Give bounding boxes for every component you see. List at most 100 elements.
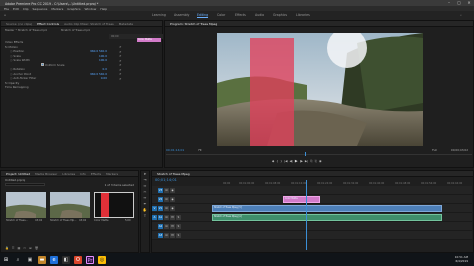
lock-icon[interactable]: ⊡ — [164, 223, 169, 229]
mark-out-button[interactable]: } — [280, 159, 282, 163]
tab-media-browser[interactable]: Media Browser — [35, 171, 57, 177]
type-tool-icon[interactable]: T — [143, 214, 148, 219]
home-icon[interactable]: ⌂ — [4, 13, 6, 17]
mute-button[interactable]: M — [170, 223, 175, 229]
tab-audio-clip-mixer[interactable]: Audio Clip Mixer: Stretch of Trees — [64, 21, 114, 27]
project-item-thumb[interactable] — [6, 192, 46, 218]
hand-tool-icon[interactable]: ✋ — [143, 208, 148, 213]
eye-icon[interactable]: ◉ — [170, 205, 175, 211]
windows-start-icon[interactable]: ⊞ — [2, 256, 10, 264]
new-item-icon[interactable]: ⊞ — [29, 246, 32, 250]
track-target[interactable]: A2 — [158, 223, 163, 229]
program-playhead[interactable] — [305, 152, 306, 156]
mute-button[interactable]: M — [170, 232, 175, 238]
office-icon[interactable]: O — [74, 255, 82, 264]
workspace-editing[interactable]: Editing — [197, 13, 209, 18]
go-to-out-button[interactable]: ▶| — [305, 159, 308, 163]
lift-button[interactable]: ⎘ — [310, 159, 312, 163]
source-patch[interactable]: V — [152, 205, 157, 211]
workspace-graphics[interactable]: Graphics — [273, 13, 287, 17]
menu-clip[interactable]: Clip — [23, 7, 29, 11]
menu-graphics[interactable]: Graphics — [67, 7, 80, 11]
menu-file[interactable]: File — [4, 7, 9, 11]
icon-view-icon[interactable]: ▦ — [17, 246, 20, 250]
audio-clip[interactable]: Stretch of Trees Mpeg [A] — [212, 214, 442, 221]
quality-dropdown[interactable]: Full — [432, 148, 437, 152]
lock-icon[interactable]: ⊡ — [164, 214, 169, 220]
tab-effect-controls[interactable]: Effect Controls — [37, 21, 59, 27]
eye-icon[interactable]: ◉ — [170, 196, 175, 202]
pen-tool-icon[interactable]: ✒ — [143, 202, 148, 207]
eye-icon[interactable]: ◉ — [170, 187, 175, 193]
lock-icon[interactable]: 🔒 — [5, 246, 9, 250]
store-icon[interactable]: ◧ — [62, 255, 70, 264]
project-item-thumb-selected[interactable] — [94, 192, 134, 218]
solo-button[interactable]: S — [176, 223, 181, 229]
tab-metadata[interactable]: Metadata — [119, 21, 133, 27]
track-target[interactable]: V3 — [158, 187, 163, 193]
mark-in-button[interactable]: { — [276, 159, 278, 163]
menu-edit[interactable]: Edit — [13, 7, 19, 11]
lock-icon[interactable]: ⊡ — [164, 196, 169, 202]
tab-source[interactable]: Source: (no clips) — [6, 21, 32, 27]
razor-tool-icon[interactable]: ✂ — [143, 190, 148, 195]
tab-sequence[interactable]: Stretch of Trees Mpeg — [157, 171, 190, 177]
tab-program[interactable]: Program: Stretch of Trees Mpeg — [170, 21, 217, 27]
menu-markers[interactable]: Markers — [51, 7, 63, 11]
search-icon[interactable]: ⌕ — [460, 13, 462, 17]
step-back-button[interactable]: ◀| — [289, 159, 292, 163]
workspace-libraries[interactable]: Libraries — [296, 13, 310, 17]
tab-info[interactable]: Info — [80, 171, 86, 177]
search-icon[interactable]: ⌕ — [14, 256, 22, 264]
tab-effects[interactable]: Effects — [91, 171, 101, 177]
mute-button[interactable]: M — [170, 214, 175, 220]
trash-icon[interactable]: 🗑 — [35, 246, 39, 250]
new-bin-icon[interactable]: ▭ — [23, 246, 26, 250]
program-timecode[interactable]: 00;01;14;01 — [166, 148, 184, 152]
slip-tool-icon[interactable]: ↔ — [143, 196, 148, 201]
source-patch[interactable]: A — [152, 214, 157, 220]
prop-row[interactable]: Time Remapping — [1, 85, 109, 90]
menu-help[interactable]: Help — [100, 7, 107, 11]
extract-button[interactable]: ⎗ — [315, 159, 317, 163]
tab-project[interactable]: Project: Untitled — [6, 171, 30, 177]
workspace-learning[interactable]: Learning — [152, 13, 166, 17]
scale-width-value[interactable]: 100.0 — [99, 58, 109, 63]
file-explorer-icon[interactable]: ▬ — [38, 255, 46, 264]
lock-icon[interactable]: ⊡ — [164, 187, 169, 193]
track-target[interactable]: V1 — [158, 205, 163, 211]
track-target[interactable]: A3 — [158, 232, 163, 238]
workspace-audio[interactable]: Audio — [255, 13, 264, 17]
list-view-icon[interactable]: ☰ — [12, 246, 15, 250]
track-target[interactable]: V2 — [158, 196, 163, 202]
ripple-edit-icon[interactable]: ⇔ — [143, 184, 148, 189]
timeline-playhead[interactable] — [306, 180, 307, 250]
lock-icon[interactable]: ⊡ — [164, 205, 169, 211]
project-item-thumb[interactable] — [50, 192, 90, 218]
anti-flicker-value[interactable]: 0.00 — [101, 76, 109, 81]
track-select-icon[interactable]: ⇥ — [143, 178, 148, 183]
workspace-effects[interactable]: Effects — [235, 13, 246, 17]
selection-tool-icon[interactable]: ➤ — [143, 172, 148, 177]
ec-clip-bar[interactable]: Color Matte — [137, 38, 161, 42]
tab-libraries[interactable]: Libraries — [62, 171, 75, 177]
go-to-in-button[interactable]: |◀ — [284, 159, 287, 163]
program-video-frame[interactable] — [217, 33, 423, 146]
solo-button[interactable]: S — [176, 232, 181, 238]
play-button[interactable]: ▶ — [295, 159, 298, 163]
video-clip[interactable]: Stretch of Trees Mpeg [V] — [212, 205, 442, 212]
track-target[interactable]: A1 — [158, 214, 163, 220]
stopwatch-icon[interactable]: ◷ — [10, 58, 12, 63]
project-search-input[interactable] — [5, 182, 45, 187]
premiere-pro-icon[interactable]: Pr — [86, 255, 94, 264]
system-clock[interactable]: 10:51 AM 6/4/2019 — [455, 255, 474, 264]
program-scrubber[interactable] — [166, 154, 472, 155]
workspace-color[interactable]: Color — [217, 13, 225, 17]
add-marker-button[interactable]: ◆ — [272, 159, 274, 163]
sequence-label[interactable]: Stretch of Trees.mp4 — [61, 28, 90, 32]
reset-icon[interactable]: ↺ — [119, 77, 123, 82]
color-matte-clip[interactable]: Color Matte — [283, 196, 320, 203]
camera-icon[interactable]: ◉ — [319, 159, 322, 163]
workspace-assembly[interactable]: Assembly — [174, 13, 189, 17]
timeline-timecode[interactable]: 00;01;14;01 — [155, 178, 177, 182]
